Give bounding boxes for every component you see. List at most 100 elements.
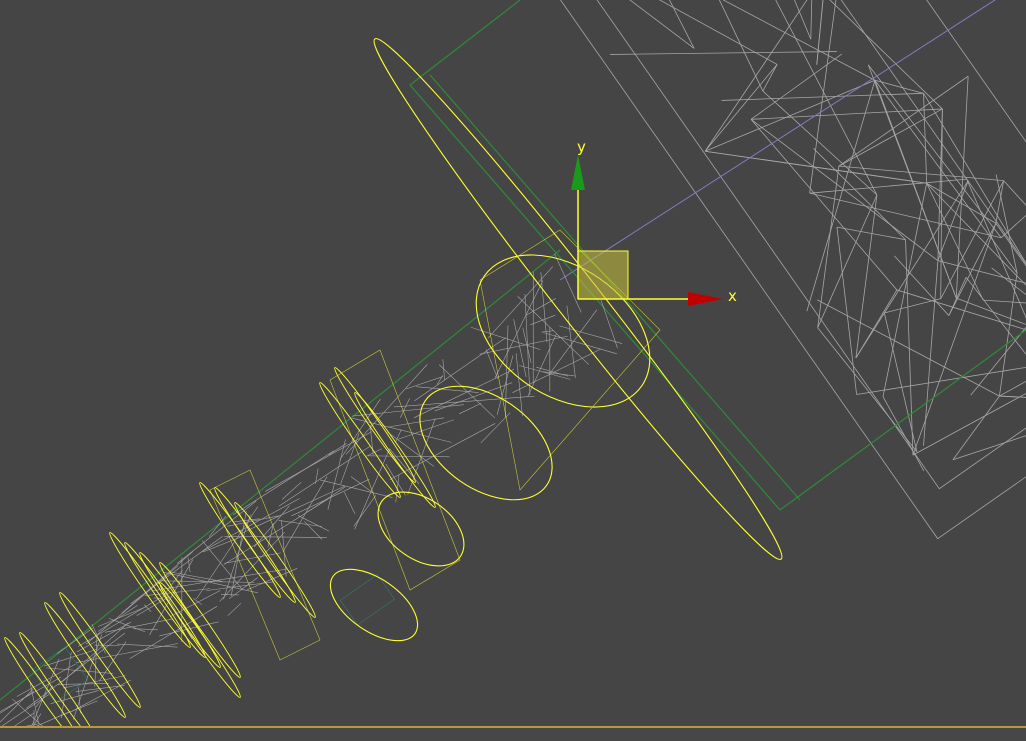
move-gizmo[interactable]: y x [571, 138, 737, 306]
gizmo-x-arrow[interactable] [688, 292, 723, 306]
tail-boom-edge [278, 520, 323, 527]
tail-boom-edge [541, 330, 554, 333]
tail-boom-edge [99, 641, 127, 682]
fuselage-edge [750, 53, 842, 120]
fuselage-edge [704, 0, 808, 152]
tail-boom-edge [12, 698, 45, 729]
group-edge [409, 0, 521, 86]
tail-boom-edge [144, 588, 211, 596]
fuselage-edge [999, 395, 1026, 398]
tail-boom-edge [208, 515, 227, 537]
tail-boom-edge [480, 412, 511, 444]
tail-boom-edge [512, 348, 602, 393]
tail-boom-edge [291, 479, 370, 517]
tail-boom-edge [389, 423, 496, 480]
fuselage-edge [952, 395, 1000, 460]
fuselage-edge [1003, 180, 1026, 206]
fuselage-edge [923, 260, 939, 446]
boom-disc [59, 592, 141, 708]
tail-boom-edge [344, 491, 356, 514]
tail-boom-edge [86, 565, 179, 645]
tail-boom-edge [281, 481, 302, 500]
selection-frame [329, 349, 461, 591]
tail-boom-edge [304, 521, 323, 540]
tail-boom-edge [94, 637, 98, 687]
fuselage-edge [926, 182, 997, 224]
tail-boom-edge [405, 376, 443, 390]
fuselage-edge [829, 0, 943, 110]
fuselage-edge [874, 80, 1018, 274]
fuselage-edge [750, 119, 898, 291]
tail-boom-edge [515, 353, 523, 417]
tail-boom-edge [366, 448, 382, 457]
gizmo-y-label: y [577, 138, 586, 156]
fuselage-edge [991, 267, 1026, 296]
fuselage-edge [762, 64, 778, 92]
tail-boom-edge [75, 685, 125, 692]
fuselage-edge [718, 0, 764, 92]
tail-boom-edge [46, 667, 113, 674]
tail-boom-edge [487, 266, 553, 339]
fuselage-inner-outline [596, 0, 1026, 490]
tail-boom-edge [104, 618, 172, 633]
tail-boom-edge [339, 398, 381, 461]
tail-boom-edge [219, 531, 285, 602]
gizmo-y-arrow[interactable] [571, 155, 585, 190]
fuselage-edge [705, 150, 927, 184]
tail-boom-edge [136, 596, 170, 616]
fuselage-edge [669, 0, 695, 49]
tail-boom-edge [530, 314, 556, 326]
fuselage-edge [995, 180, 1005, 224]
viewport-bottom-border [0, 726, 1026, 741]
selected-objects[interactable] [1, 25, 799, 741]
tail-boom-edge [340, 433, 360, 485]
tail-boom-edge [282, 476, 328, 552]
boom-disc [159, 582, 241, 698]
tail-boom-edge [232, 450, 335, 515]
tail-boom-edge [387, 417, 445, 428]
fuselage-edge [836, 227, 857, 395]
gizmo-xy-plane[interactable] [577, 250, 629, 300]
fuselage-edge [762, 90, 878, 196]
tail-boom-edge [78, 598, 160, 647]
fuselage-edge [838, 108, 943, 167]
gizmo-x-label: x [728, 287, 737, 305]
tail-boom-edge [170, 590, 221, 617]
tail-boom-edge [200, 498, 300, 553]
tail-boom-edge [57, 683, 109, 685]
fuselage-edge [658, 0, 778, 65]
tail-boom-edge [517, 296, 589, 365]
group-outline [0, 0, 1026, 701]
tail-boom-edge [354, 448, 390, 530]
fuselage-edge [810, 0, 813, 40]
tail-boom-edge [542, 332, 618, 355]
engine-ring [419, 385, 553, 501]
fuselage-edge [838, 165, 1004, 182]
tail-boom-edge [414, 337, 506, 402]
fuselage-edge [882, 396, 925, 472]
fuselage-edge [912, 223, 997, 456]
tail-boom-edge [368, 455, 450, 458]
tail-boom-edge [227, 603, 242, 616]
tail-boom-edge [413, 369, 515, 419]
tail-boom-edge [350, 476, 374, 494]
fuselage-edge [999, 273, 1018, 397]
fuselage-edge [838, 75, 969, 167]
tail-boom-edge [307, 486, 346, 513]
tail-boom-edge [548, 309, 598, 376]
group-edge [0, 249, 561, 701]
tail-boom-edge [130, 536, 223, 604]
viewport-3d[interactable]: y x [0, 0, 1026, 741]
tail-boom-edge [265, 431, 372, 492]
engine-ring [329, 568, 419, 642]
tail-boom-edge [470, 326, 541, 350]
tail-boom-edge [98, 604, 138, 632]
tail-boom-edge [353, 495, 376, 527]
wireframe-scene[interactable]: y x [0, 0, 1026, 741]
fuselage-edge [956, 297, 1026, 325]
tail-boom-edge [0, 691, 35, 714]
tail-boom-edge [387, 431, 434, 467]
tail-boom-edge [600, 299, 618, 349]
group-edge [779, 329, 1026, 511]
fuselage-edge [952, 435, 1026, 461]
